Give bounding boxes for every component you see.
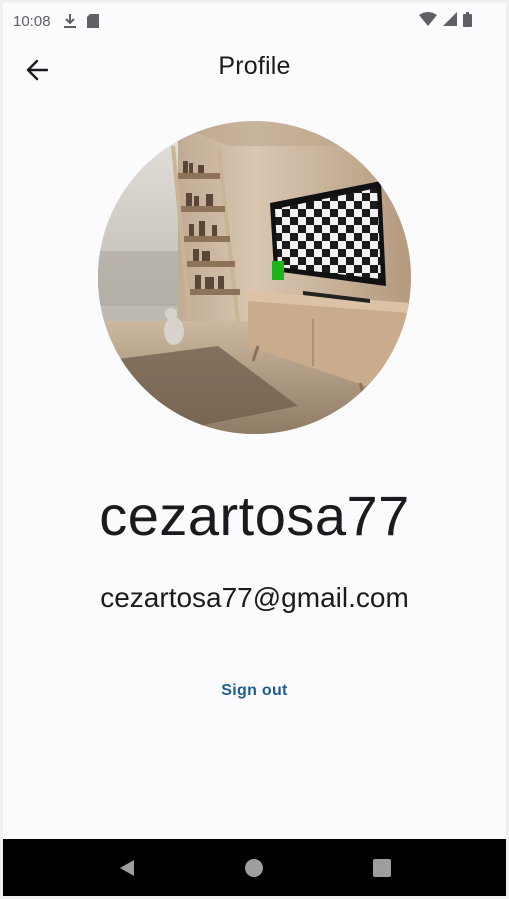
home-circle-icon [245, 858, 264, 877]
wifi-icon [419, 12, 437, 30]
back-triangle-icon [119, 859, 134, 876]
recents-square-icon [373, 858, 392, 877]
signal-icon [443, 12, 457, 30]
battery-icon [463, 11, 472, 31]
nav-recents-button[interactable] [362, 848, 402, 888]
system-nav-bar [3, 839, 506, 896]
sd-card-icon [86, 14, 99, 28]
status-bar: 10:08 [3, 3, 506, 39]
status-right-icons [419, 11, 472, 31]
nav-home-button[interactable] [234, 848, 274, 888]
username-heading: cezartosa77 [99, 484, 410, 547]
status-time: 10:08 [13, 12, 51, 30]
download-icon [63, 13, 77, 29]
sign-out-button[interactable]: Sign out [207, 676, 301, 706]
avatar [98, 121, 411, 434]
page-title: Profile [218, 52, 291, 80]
email-text: cezartosa77@gmail.com [100, 582, 409, 613]
nav-back-button[interactable] [107, 848, 147, 888]
phone-screen: 10:08 Profile cezartosa77 cezartosa77@gm… [0, 0, 509, 899]
app-bar: Profile [3, 39, 506, 101]
